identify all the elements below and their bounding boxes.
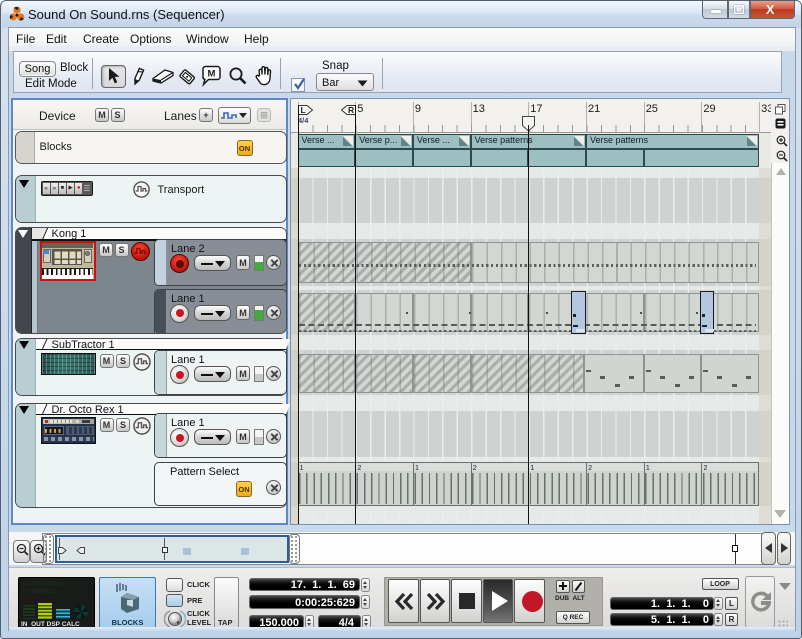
svg-text:R: R: [348, 105, 354, 115]
svg-text:L: L: [300, 105, 305, 115]
svg-text:M: M: [208, 69, 216, 80]
